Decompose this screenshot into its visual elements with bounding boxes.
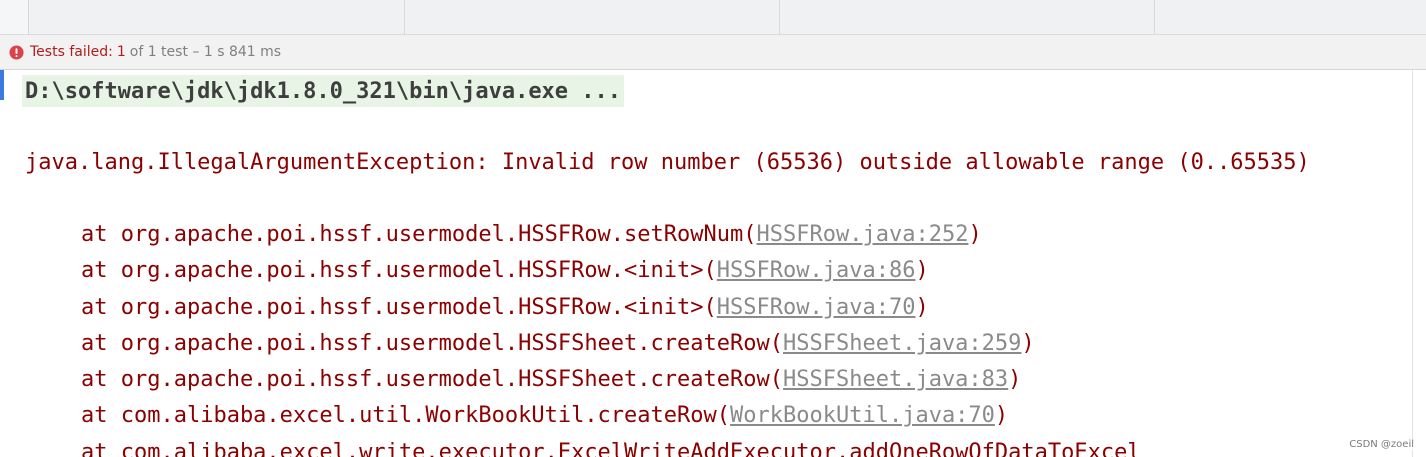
stack-frame: at org.apache.poi.hssf.usermodel.HSSFShe…: [81, 329, 1141, 365]
source-link[interactable]: HSSFSheet.java:83: [783, 367, 1008, 392]
frame-suffix: ): [915, 294, 929, 320]
frame-suffix: ): [1008, 367, 1022, 393]
tests-failed-count: 1: [116, 44, 126, 60]
source-link[interactable]: HSSFRow.java:70: [717, 295, 916, 320]
console-gutter-marker: [0, 70, 4, 100]
source-link[interactable]: WorkBookUtil.java:70: [730, 403, 995, 428]
tests-failed-label: Tests failed:: [30, 44, 113, 60]
test-status-bar: Tests failed: 1 of 1 test – 1 s 841 ms: [0, 35, 1426, 70]
frame-method: at org.apache.poi.hssf.usermodel.HSSFRow…: [81, 258, 717, 284]
console-output[interactable]: D:\software\jdk\jdk1.8.0_321\bin\java.ex…: [0, 70, 1426, 457]
source-link[interactable]: HSSFRow.java:252: [757, 222, 969, 247]
toolbar-strip: [0, 0, 1426, 35]
frame-suffix: ): [994, 403, 1009, 429]
console-right-edge: [1412, 70, 1413, 457]
frame-method: at com.alibaba.excel.write.executor.Exce…: [81, 439, 1141, 457]
watermark: CSDN @zoeil: [1349, 439, 1414, 450]
frame-suffix: ): [915, 258, 929, 284]
toolbar-left-edge: [0, 0, 29, 34]
frame-method: at org.apache.poi.hssf.usermodel.HSSFRow…: [81, 222, 757, 247]
toolbar-divider: [779, 0, 780, 34]
frame-method: at org.apache.poi.hssf.usermodel.HSSFShe…: [81, 330, 783, 356]
frame-method: at org.apache.poi.hssf.usermodel.HSSFRow…: [81, 294, 717, 320]
exception-message: java.lang.IllegalArgumentException: Inva…: [25, 150, 1310, 175]
command-line: D:\software\jdk\jdk1.8.0_321\bin\java.ex…: [22, 75, 625, 107]
stack-frame: at com.alibaba.excel.util.WorkBookUtil.c…: [81, 401, 1141, 437]
frame-suffix: ): [968, 222, 982, 247]
stack-frame: at org.apache.poi.hssf.usermodel.HSSFRow…: [81, 293, 1141, 329]
frame-suffix: ): [1021, 330, 1035, 356]
stack-frame: at com.alibaba.excel.write.executor.Exce…: [81, 438, 1141, 457]
stack-frame: at org.apache.poi.hssf.usermodel.HSSFShe…: [81, 365, 1141, 401]
frame-method: at com.alibaba.excel.util.WorkBookUtil.c…: [81, 403, 731, 429]
source-link[interactable]: HSSFSheet.java:259: [783, 331, 1021, 356]
stack-frame: at org.apache.poi.hssf.usermodel.HSSFRow…: [81, 220, 1141, 256]
frame-method: at org.apache.poi.hssf.usermodel.HSSFShe…: [81, 367, 783, 393]
stack-trace: at org.apache.poi.hssf.usermodel.HSSFRow…: [81, 220, 1141, 457]
source-link[interactable]: HSSFRow.java:86: [717, 258, 916, 283]
tests-summary: of 1 test – 1 s 841 ms: [129, 44, 282, 60]
error-circle-icon: [9, 44, 24, 60]
toolbar-divider: [1154, 0, 1155, 34]
toolbar-divider: [404, 0, 405, 34]
stack-frame: at org.apache.poi.hssf.usermodel.HSSFRow…: [81, 256, 1141, 292]
